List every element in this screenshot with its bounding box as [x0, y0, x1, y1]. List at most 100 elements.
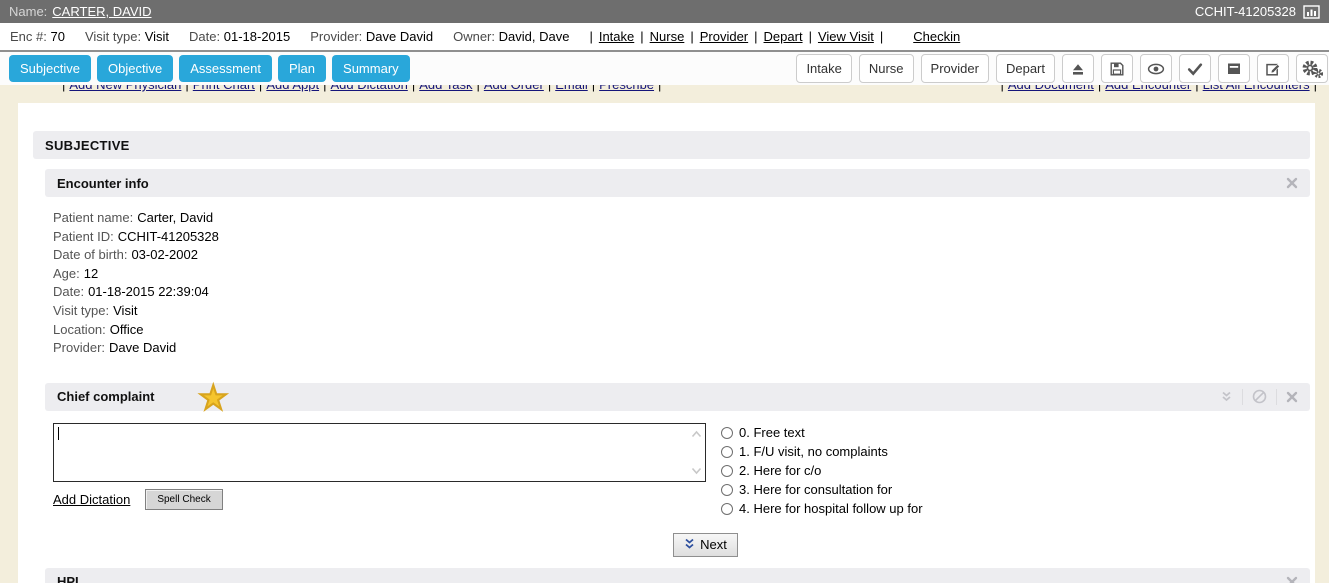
scroll-down-icon [691, 467, 702, 475]
encounter-info-header-actions [1286, 177, 1298, 189]
encounter-info-header: Encounter info [45, 169, 1310, 197]
patient-id-value: CCHIT-41205328 [1195, 4, 1296, 19]
soap-nav-buttons: Subjective Objective Assessment Plan Sum… [9, 55, 410, 82]
save-icon[interactable] [1101, 54, 1133, 83]
patient-detail-row: Patient ID:CCHIT-41205328 [53, 228, 1310, 247]
hpi-header-actions [1286, 576, 1298, 583]
checkin-link[interactable]: Checkin [913, 29, 960, 44]
scroll-up-icon [691, 430, 702, 438]
patient-header-right: CCHIT-41205328 [1195, 4, 1320, 19]
subjective-title: SUBJECTIVE [45, 138, 130, 153]
nurse-button[interactable]: Nurse [859, 54, 914, 83]
chief-complaint-header-actions [1220, 389, 1298, 405]
patient-detail-row: Location:Office [53, 321, 1310, 340]
encounter-links: | Intake | Nurse | Provider | Depart | V… [589, 29, 960, 44]
encounter-info-section: Encounter info Patient name:Carter, Davi… [45, 169, 1310, 373]
next-label: Next [700, 537, 727, 552]
print-chart-link[interactable]: Print Chart [193, 85, 255, 92]
objective-button[interactable]: Objective [97, 55, 173, 82]
hpi-section: HPI [45, 568, 1310, 583]
toolbar-right-group: Intake Nurse Provider Depart [796, 54, 1320, 83]
add-encounter-link[interactable]: Add Encounter [1105, 85, 1191, 92]
name-label: Name: [9, 4, 47, 19]
chief-complaint-left: Add Dictation Spell Check [53, 423, 706, 516]
intake-button[interactable]: Intake [796, 54, 851, 83]
header-divider [1242, 389, 1243, 405]
option-consultation[interactable]: 3. Here for consultation for [721, 483, 923, 497]
assessment-button[interactable]: Assessment [179, 55, 272, 82]
add-document-link[interactable]: Add Document [1008, 85, 1094, 92]
header-divider [1276, 389, 1277, 405]
hpi-title: HPI [57, 574, 79, 583]
option-free-text[interactable]: 0. Free text [721, 426, 923, 440]
add-dictation-link[interactable]: Add Dictation [53, 492, 130, 507]
radio-button[interactable] [721, 465, 733, 477]
list-all-encounters-link[interactable]: List All Encounters [1203, 85, 1310, 92]
eye-icon[interactable] [1140, 54, 1172, 83]
prescribe-link[interactable]: Prescribe [599, 85, 654, 92]
nurse-link[interactable]: Nurse [650, 29, 685, 44]
note-panel: SUBJECTIVE Encounter info Patient name:C… [18, 103, 1315, 583]
option-hospital-follow-up[interactable]: 4. Here for hospital follow up for [721, 502, 923, 516]
disable-circle-icon[interactable] [1252, 389, 1267, 404]
quick-links-right: |Add Document|Add Encounter|List All Enc… [1000, 85, 1317, 100]
patient-detail-row: Provider:Dave David [53, 339, 1310, 358]
textarea-text-area[interactable] [54, 424, 688, 481]
depart-button[interactable]: Depart [996, 54, 1055, 83]
add-appt-link[interactable]: Add Appt [266, 85, 319, 92]
option-here-for-co[interactable]: 2. Here for c/o [721, 464, 923, 478]
gears-icon[interactable] [1296, 54, 1328, 83]
close-icon[interactable] [1286, 576, 1298, 583]
collapse-chevrons-icon[interactable] [1220, 390, 1233, 403]
plan-button[interactable]: Plan [278, 55, 326, 82]
subjective-section-header: SUBJECTIVE [33, 131, 1310, 159]
patient-detail-row: Visit type:Visit [53, 302, 1310, 321]
next-button[interactable]: Next [673, 533, 738, 557]
edit-icon[interactable] [1257, 54, 1289, 83]
provider-button[interactable]: Provider [921, 54, 989, 83]
check-icon[interactable] [1179, 54, 1211, 83]
radio-button[interactable] [721, 427, 733, 439]
close-icon[interactable] [1286, 391, 1298, 403]
provider-link[interactable]: Provider [700, 29, 748, 44]
soap-toolbar: Subjective Objective Assessment Plan Sum… [0, 52, 1329, 85]
add-new-physician-link[interactable]: Add New Physician [69, 85, 181, 92]
next-button-row: Next [673, 533, 738, 557]
textarea-scrollbar[interactable] [688, 424, 705, 481]
radio-button[interactable] [721, 446, 733, 458]
radio-button[interactable] [721, 484, 733, 496]
bar-chart-icon[interactable] [1303, 5, 1320, 19]
eject-icon[interactable] [1062, 54, 1094, 83]
add-order-link[interactable]: Add Order [484, 85, 544, 92]
subjective-button[interactable]: Subjective [9, 55, 91, 82]
summary-button[interactable]: Summary [332, 55, 410, 82]
patient-detail-row: Patient name:Carter, David [53, 209, 1310, 228]
patient-name-link[interactable]: CARTER, DAVID [52, 4, 151, 19]
email-link[interactable]: Email [555, 85, 588, 92]
option-fu-visit[interactable]: 1. F/U visit, no complaints [721, 445, 923, 459]
view-visit-link[interactable]: View Visit [818, 29, 874, 44]
add-dictation-link-top[interactable]: Add Dictation [330, 85, 407, 92]
intake-link[interactable]: Intake [599, 29, 634, 44]
patient-header-bar: Name: CARTER, DAVID CCHIT-41205328 [0, 0, 1329, 23]
spell-check-button[interactable]: Spell Check [145, 489, 222, 510]
enc-number-field: Enc #: 70 [10, 29, 65, 44]
subjective-sections: Encounter info Patient name:Carter, Davi… [45, 169, 1310, 583]
radio-button[interactable] [721, 503, 733, 515]
chief-complaint-body: Add Dictation Spell Check 0. Free text 1… [45, 411, 1310, 516]
text-caret [58, 427, 59, 440]
patient-detail-row: Date of birth:03-02-2002 [53, 246, 1310, 265]
add-task-link[interactable]: Add Task [419, 85, 472, 92]
chief-complaint-options: 0. Free text 1. F/U visit, no complaints… [721, 423, 923, 516]
archive-icon[interactable] [1218, 54, 1250, 83]
visit-type-field: Visit type: Visit [85, 29, 169, 44]
depart-link[interactable]: Depart [764, 29, 803, 44]
chief-complaint-textarea[interactable] [53, 423, 706, 482]
provider-field: Provider: Dave David [310, 29, 433, 44]
date-field: Date: 01-18-2015 [189, 29, 290, 44]
patient-detail-row: Age:12 [53, 265, 1310, 284]
close-icon[interactable] [1286, 177, 1298, 189]
encounter-info-title: Encounter info [57, 176, 149, 191]
hpi-header: HPI [45, 568, 1310, 583]
quick-links-strip: |Add New Physician|Print Chart|Add Appt|… [0, 85, 1329, 100]
